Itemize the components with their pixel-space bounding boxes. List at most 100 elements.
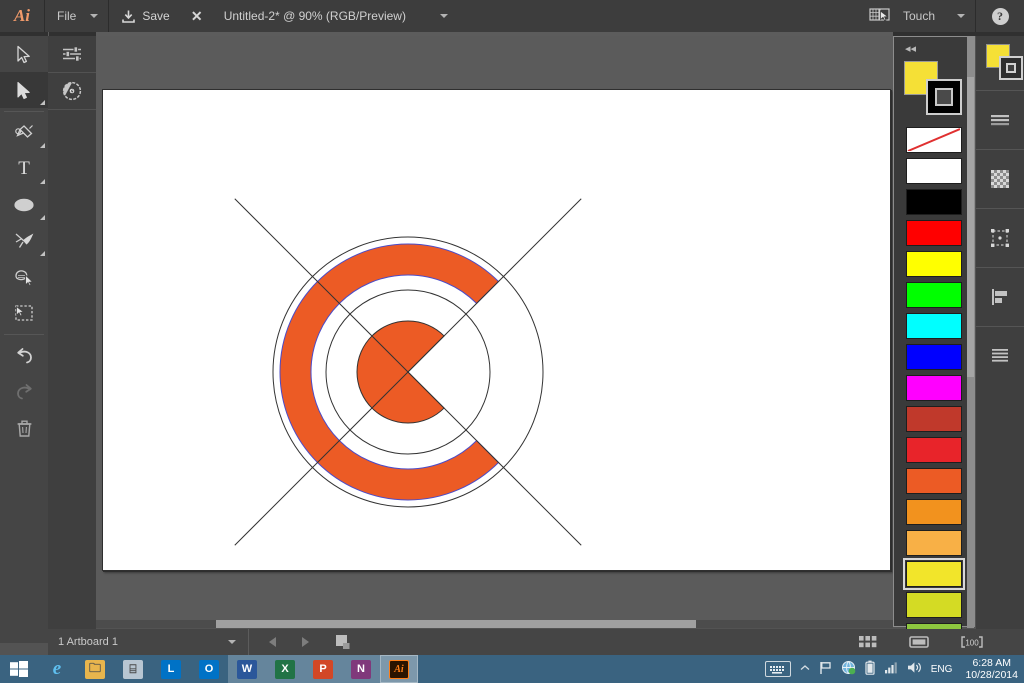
artboard-selector[interactable]: 1 Artboard 1 — [48, 629, 248, 655]
taskbar-app-lync[interactable]: L — [152, 655, 190, 683]
swatch-black[interactable] — [906, 189, 962, 215]
taskbar-apps: e 🗀 ⌸ L O W X P N Ai — [38, 655, 418, 683]
flyout-corner-icon[interactable] — [40, 143, 45, 148]
start-button[interactable] — [0, 655, 38, 683]
dock-align-panel[interactable] — [976, 268, 1024, 326]
clock[interactable]: 6:28 AM 10/28/2014 — [961, 657, 1018, 681]
panel-collapse-button[interactable]: ◂◂ — [894, 37, 974, 59]
document-tab[interactable]: Untitled-2* @ 90% (RGB/Preview) — [212, 0, 460, 32]
touch-workspace-icon[interactable] — [863, 0, 897, 32]
stroke-swatch[interactable] — [926, 79, 962, 115]
taskbar-app-illustrator[interactable]: Ai — [380, 655, 418, 683]
dock-transform-panel[interactable] — [976, 209, 1024, 267]
selection-tool[interactable] — [0, 36, 48, 72]
artboard[interactable] — [102, 89, 891, 571]
swatch-magenta[interactable] — [906, 375, 962, 401]
swatch-none[interactable] — [906, 127, 962, 153]
swatch-panel-scrollbar[interactable] — [967, 37, 974, 628]
help-button[interactable]: ? — [976, 0, 1024, 32]
dock-stroke-inner — [1006, 63, 1016, 73]
swatch-yellow[interactable] — [906, 251, 962, 277]
dock-stroke-swatch[interactable] — [999, 56, 1023, 80]
chevron-down-icon[interactable] — [228, 640, 236, 644]
help-icon: ? — [991, 7, 1009, 25]
file-menu-button[interactable]: File — [45, 0, 108, 32]
scrollbar-thumb[interactable] — [216, 620, 696, 628]
dock-swatches-panel[interactable] — [976, 91, 1024, 149]
taskbar-app-word[interactable]: W — [228, 655, 266, 683]
swatch-bright-red[interactable] — [906, 437, 962, 463]
flyout-corner-icon[interactable] — [40, 251, 45, 256]
dock-layers-panel[interactable] — [976, 327, 1024, 385]
grid-squares-icon[interactable] — [858, 634, 878, 650]
swatch-white[interactable] — [906, 158, 962, 184]
swatch-bright-yellow[interactable] — [903, 558, 965, 590]
flyout-corner-icon[interactable] — [40, 100, 45, 105]
properties-panel-button[interactable] — [48, 36, 96, 72]
taskbar-app-onenote[interactable]: N — [342, 655, 380, 683]
close-document-button[interactable]: ✕ — [182, 0, 212, 32]
ellipse-tool[interactable] — [0, 187, 48, 223]
arrow-solid-icon — [16, 81, 30, 99]
swatch-green[interactable] — [906, 282, 962, 308]
swatch-cyan[interactable] — [906, 313, 962, 339]
flyout-corner-icon[interactable] — [40, 215, 45, 220]
delete-button[interactable] — [0, 410, 48, 446]
paintbrush-tool[interactable] — [0, 223, 48, 259]
battery-icon[interactable] — [865, 660, 875, 678]
redo-arrow-icon — [16, 384, 32, 400]
dock-transparency-panel[interactable] — [976, 150, 1024, 208]
swatch-blue[interactable] — [906, 344, 962, 370]
canvas-area[interactable] — [96, 36, 896, 627]
illustrator-window: Ai File Save ✕ Untitled-2* @ 90% (RGB/Pr… — [0, 0, 1024, 683]
taskbar-app-excel[interactable]: X — [266, 655, 304, 683]
undo-arrow-icon — [16, 348, 32, 364]
next-artboard-button[interactable] — [302, 637, 309, 647]
signal-bars-icon[interactable] — [884, 661, 898, 677]
dock-fill-stroke[interactable] — [976, 36, 1024, 90]
horizontal-scrollbar[interactable] — [96, 620, 893, 628]
fill-stroke-indicator[interactable] — [904, 59, 974, 117]
swatch-red[interactable] — [906, 220, 962, 246]
color-wheel-icon — [62, 81, 82, 101]
taskbar-app-outlook[interactable]: O — [190, 655, 228, 683]
shaper-tool[interactable] — [0, 259, 48, 295]
direct-selection-tool[interactable] — [0, 72, 48, 108]
taskbar-app-file-explorer[interactable]: 🗀 — [76, 655, 114, 683]
redo-button[interactable] — [0, 374, 48, 410]
scrollbar-thumb[interactable] — [967, 77, 974, 377]
network-globe-icon[interactable] — [841, 660, 856, 678]
volume-speaker-icon[interactable] — [907, 661, 922, 677]
pen-tool[interactable] — [0, 115, 48, 151]
save-button[interactable]: Save — [109, 0, 181, 32]
taskbar-app-calculator[interactable]: ⌸ — [114, 655, 152, 683]
previous-artboard-button[interactable] — [269, 637, 276, 647]
type-tool[interactable]: T — [0, 151, 48, 187]
swatch-orange-red[interactable] — [906, 468, 962, 494]
swatch-list[interactable] — [894, 123, 974, 680]
keyboard-icon[interactable] — [764, 661, 791, 677]
artwork[interactable] — [102, 89, 891, 571]
artboard-fit-icon[interactable] — [908, 634, 930, 650]
show-hidden-icons-button[interactable] — [800, 664, 810, 675]
orange-inner-pie[interactable] — [356, 320, 445, 424]
swatches-panel: ◂◂ — [893, 36, 975, 680]
globe-icon — [841, 661, 856, 675]
color-panel-button[interactable] — [48, 73, 96, 109]
artboard-tool[interactable] — [0, 295, 48, 331]
artboard-options-icon[interactable] — [335, 634, 351, 650]
flyout-corner-icon[interactable] — [40, 179, 45, 184]
swatch-yellow-green[interactable] — [906, 592, 962, 618]
language-indicator[interactable]: ENG — [931, 664, 953, 675]
zoom-100-icon[interactable]: 100 — [960, 634, 984, 650]
workspace-switcher[interactable]: Touch — [897, 0, 975, 32]
taskbar-app-powerpoint[interactable]: P — [304, 655, 342, 683]
swatch-orange[interactable] — [906, 499, 962, 525]
undo-button[interactable] — [0, 338, 48, 374]
action-center-flag-icon[interactable] — [819, 661, 832, 678]
swatch-light-orange[interactable] — [906, 530, 962, 556]
swatch-dark-red[interactable] — [906, 406, 962, 432]
chevron-down-icon — [957, 14, 965, 18]
chevron-down-icon[interactable] — [439, 14, 448, 18]
taskbar-app-internet-explorer[interactable]: e — [38, 655, 76, 683]
